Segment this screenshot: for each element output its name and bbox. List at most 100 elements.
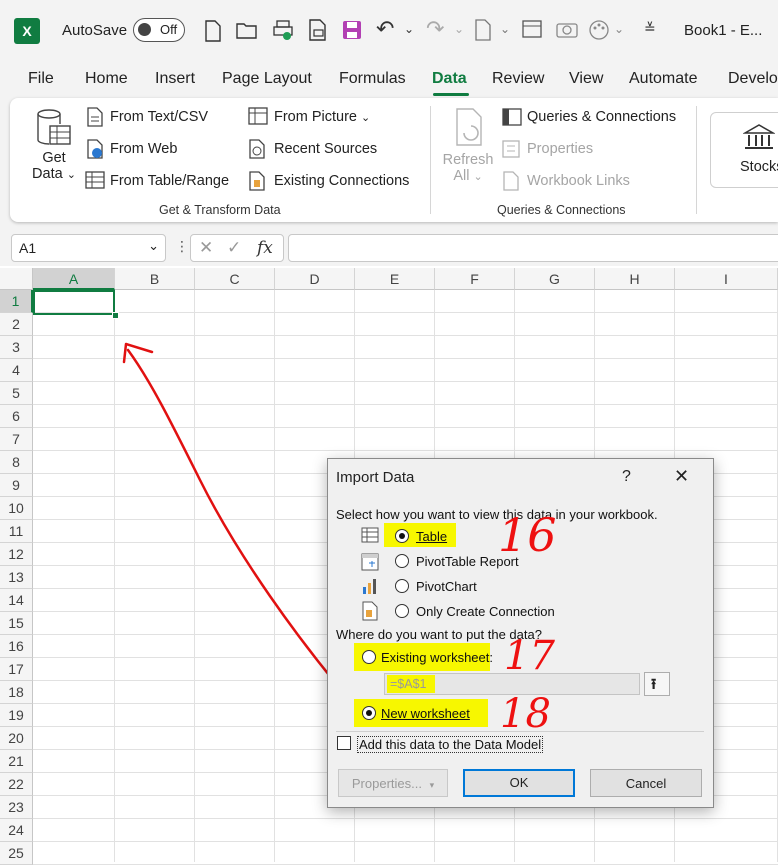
data-model-checkbox[interactable] [337,736,351,750]
row-header[interactable]: 20 [0,727,33,750]
refresh-label-2: All [453,168,470,184]
save-icon[interactable] [342,20,362,40]
name-box[interactable]: A1 ⌄ [11,234,166,262]
column-header[interactable]: E [355,268,435,290]
from-picture-button[interactable]: From Picture ⌄ [274,109,370,125]
column-header[interactable]: D [275,268,355,290]
insert-function-icon[interactable]: fx [257,238,273,258]
workbook-links-button[interactable]: Workbook Links [527,173,630,189]
grid-line [33,427,778,428]
column-header[interactable]: F [435,268,515,290]
from-table-range-button[interactable]: From Table/Range [110,173,229,189]
select-all-corner[interactable] [0,268,33,290]
column-header[interactable]: I [675,268,778,290]
connection-only-radio[interactable] [395,604,409,618]
column-header[interactable]: G [515,268,595,290]
tab-automate[interactable]: Automate [629,70,697,88]
row-header[interactable]: 12 [0,543,33,566]
existing-connections-button[interactable]: Existing Connections [274,173,409,189]
existing-worksheet-radio[interactable] [362,650,376,664]
row-header[interactable]: 24 [0,819,33,842]
stocks-button[interactable]: Stocks [710,112,778,188]
excel-logo-icon[interactable]: X [14,18,40,44]
cancel-button[interactable]: Cancel [590,769,702,797]
row-header[interactable]: 10 [0,497,33,520]
row-header[interactable]: 1 [0,290,33,313]
tab-view[interactable]: View [569,70,603,88]
pdf-icon[interactable] [308,19,328,41]
row-header[interactable]: 5 [0,382,33,405]
row-header[interactable]: 11 [0,520,33,543]
from-text-csv-button[interactable]: From Text/CSV [110,109,208,125]
properties-button[interactable]: Properties... ▾ [338,769,448,797]
column-header[interactable]: C [195,268,275,290]
row-header[interactable]: 9 [0,474,33,497]
row-header[interactable]: 6 [0,405,33,428]
fill-handle[interactable] [112,312,119,319]
tab-formulas[interactable]: Formulas [339,70,406,88]
document-convert-icon[interactable] [474,19,492,41]
column-header[interactable]: H [595,268,675,290]
row-header[interactable]: 13 [0,566,33,589]
chevron-down-icon: ⌄ [66,169,76,181]
tab-page-layout[interactable]: Page Layout [222,70,312,88]
help-button[interactable]: ? [622,468,631,486]
close-icon[interactable]: ✕ [674,466,689,487]
pivottable-radio[interactable] [395,554,409,568]
redo-icon[interactable]: ↷ [426,16,444,42]
new-worksheet-radio[interactable] [362,706,376,720]
row-header[interactable]: 2 [0,313,33,336]
row-header[interactable]: 23 [0,796,33,819]
undo-dropdown-icon[interactable]: ⌄ [404,22,414,36]
row-header[interactable]: 17 [0,658,33,681]
tab-file[interactable]: File [28,70,54,88]
pivotchart-radio[interactable] [395,579,409,593]
window-icon[interactable] [522,20,542,38]
row-header[interactable]: 8 [0,451,33,474]
row-header[interactable]: 16 [0,635,33,658]
chevron-down-icon[interactable]: ⌄ [148,238,159,254]
print-icon[interactable] [272,19,294,41]
get-data-button[interactable]: Get Data ⌄ [26,150,82,182]
tab-data[interactable]: Data [432,70,467,88]
recent-sources-button[interactable]: Recent Sources [274,141,377,157]
palette-icon[interactable] [588,19,610,41]
collapse-dialog-button[interactable]: ⭱ [644,672,670,696]
column-header[interactable]: B [115,268,195,290]
cancel-icon[interactable]: ✕ [199,238,213,258]
undo-icon[interactable]: ↶ [376,16,394,42]
customize-toolbar-icon[interactable]: ≚ [644,20,656,37]
row-header[interactable]: 21 [0,750,33,773]
row-header[interactable]: 14 [0,589,33,612]
from-web-button[interactable]: From Web [110,141,177,157]
tab-review[interactable]: Review [492,70,544,88]
row-header[interactable]: 15 [0,612,33,635]
tab-insert[interactable]: Insert [155,70,195,88]
name-box-value: A1 [19,240,37,256]
camera-icon[interactable] [556,20,578,38]
row-header[interactable]: 22 [0,773,33,796]
new-file-icon[interactable] [204,20,222,42]
row-header[interactable]: 4 [0,359,33,382]
selected-cell[interactable] [33,290,115,315]
queries-connections-button[interactable]: Queries & Connections [527,109,676,125]
convert-dropdown-icon[interactable]: ⌄ [500,22,510,36]
row-header[interactable]: 7 [0,428,33,451]
row-header[interactable]: 3 [0,336,33,359]
more-options-icon[interactable]: ⋮ [175,238,189,255]
column-header[interactable]: A [33,268,115,290]
open-folder-icon[interactable] [236,21,258,39]
tab-developer[interactable]: Develo [728,70,778,88]
row-header[interactable]: 19 [0,704,33,727]
enter-icon[interactable]: ✓ [227,238,241,258]
redo-dropdown-icon[interactable]: ⌄ [454,22,464,36]
palette-dropdown-icon[interactable]: ⌄ [614,22,624,36]
row-header[interactable]: 18 [0,681,33,704]
table-radio[interactable] [395,529,409,543]
refresh-all-button[interactable]: Refresh All ⌄ [438,152,498,184]
formula-input[interactable] [288,234,778,262]
autosave-toggle[interactable]: Off [133,18,185,42]
tab-home[interactable]: Home [85,70,128,88]
properties-button[interactable]: Properties [527,141,593,157]
ok-button[interactable]: OK [463,769,575,797]
